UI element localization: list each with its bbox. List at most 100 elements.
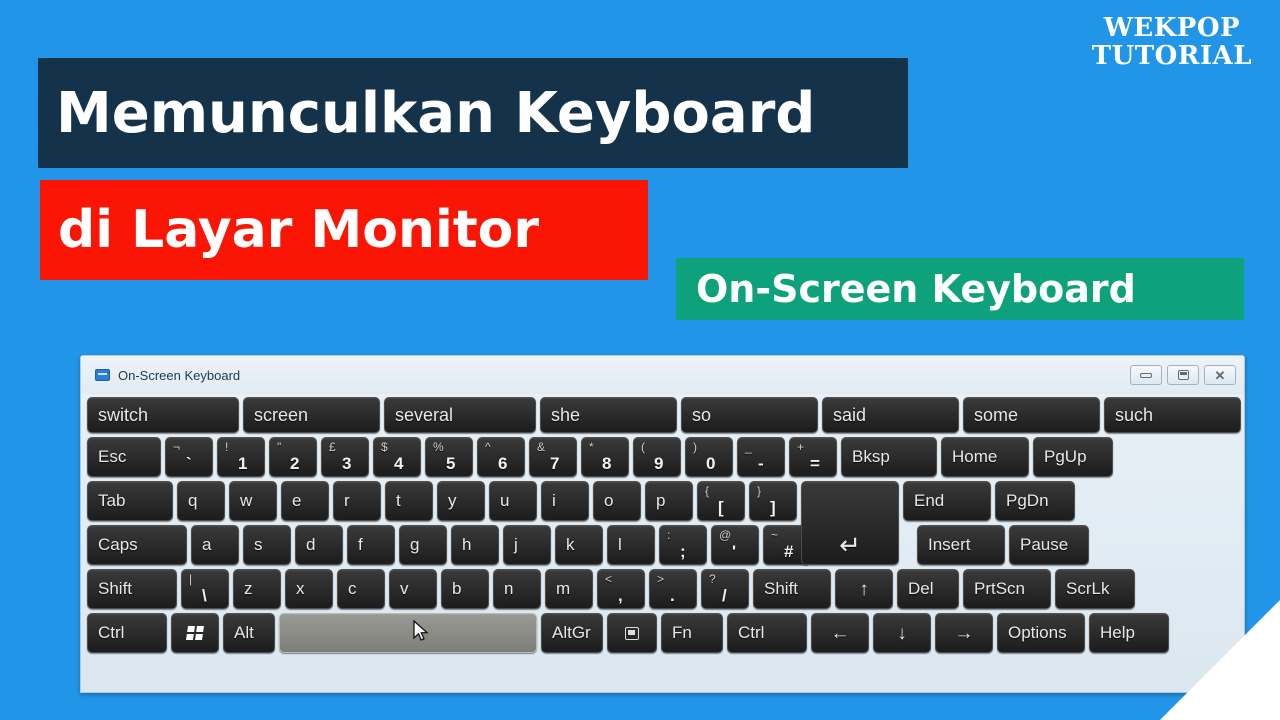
key-help[interactable]: Help (1089, 613, 1169, 653)
key-insert[interactable]: Insert (917, 525, 1005, 565)
enter-key[interactable]: ↵ (801, 481, 899, 565)
key-j[interactable]: j (503, 525, 551, 565)
spacebar-key[interactable] (279, 613, 537, 653)
key-x[interactable]: x (285, 569, 333, 609)
key-5[interactable]: % 5 (425, 437, 473, 477)
minimize-button[interactable] (1130, 365, 1162, 385)
key-end[interactable]: End (903, 481, 991, 521)
windows-key[interactable] (171, 613, 219, 653)
key-options[interactable]: Options (997, 613, 1085, 653)
key-k[interactable]: k (555, 525, 603, 565)
key-n[interactable]: n (493, 569, 541, 609)
key-[interactable]: | \ (181, 569, 229, 609)
key-d[interactable]: d (295, 525, 343, 565)
key-p[interactable]: p (645, 481, 693, 521)
key-alt[interactable]: Alt (223, 613, 275, 653)
key-t[interactable]: t (385, 481, 433, 521)
key-a[interactable]: a (191, 525, 239, 565)
key-pgup[interactable]: PgUp (1033, 437, 1113, 477)
key-caps[interactable]: Caps (87, 525, 187, 565)
key-[interactable]: + = (789, 437, 837, 477)
key-s[interactable]: s (243, 525, 291, 565)
key-m[interactable]: m (545, 569, 593, 609)
key-u[interactable]: u (489, 481, 537, 521)
close-button[interactable]: ✕ (1204, 365, 1236, 385)
key-o[interactable]: o (593, 481, 641, 521)
key-[interactable]: ? / (701, 569, 749, 609)
key-l[interactable]: l (607, 525, 655, 565)
menu-key[interactable] (607, 613, 657, 653)
key-f[interactable]: f (347, 525, 395, 565)
key-base-label: 9 (654, 454, 664, 473)
key-altgr[interactable]: AltGr (541, 613, 603, 653)
prediction-key[interactable]: switch (87, 397, 239, 433)
maximize-button[interactable] (1167, 365, 1199, 385)
key-2[interactable]: " 2 (269, 437, 317, 477)
key-[interactable]: @ ' (711, 525, 759, 565)
key-shift-label: @ (719, 528, 732, 542)
key-prtscn[interactable]: PrtScn (963, 569, 1051, 609)
arrow-up-key[interactable]: ↑ (835, 569, 893, 609)
arrow-left-key[interactable]: ← (811, 613, 869, 653)
key-[interactable]: >. (649, 569, 697, 609)
prediction-key[interactable]: some (963, 397, 1100, 433)
key-shift-label: _ (745, 440, 752, 454)
prediction-key[interactable]: said (822, 397, 959, 433)
key-base-label: 1 (238, 454, 248, 473)
key-[interactable]: ¬ ` (165, 437, 213, 477)
key-base-label: ` (186, 454, 192, 473)
key-pgdn[interactable]: PgDn (995, 481, 1075, 521)
key-w[interactable]: w (229, 481, 277, 521)
key-y[interactable]: y (437, 481, 485, 521)
key-b[interactable]: b (441, 569, 489, 609)
key-shift[interactable]: Shift (753, 569, 831, 609)
menu-icon (625, 626, 639, 640)
key-ctrl[interactable]: Ctrl (727, 613, 807, 653)
key-rows: Esc ¬ `! 1 " 2 £3 $4% 5 ^ 6 & 7 * 8(9) 0 _ - + = Bksp Home PgU… (87, 437, 1238, 653)
prediction-key[interactable]: she (540, 397, 677, 433)
key-r[interactable]: r (333, 481, 381, 521)
key-q[interactable]: q (177, 481, 225, 521)
key-esc[interactable]: Esc (87, 437, 161, 477)
prediction-key[interactable]: such (1104, 397, 1241, 433)
window-titlebar[interactable]: On-Screen Keyboard ✕ (81, 356, 1244, 394)
key-[interactable]: {[ (697, 481, 745, 521)
key-e[interactable]: e (281, 481, 329, 521)
key-[interactable]: }] (749, 481, 797, 521)
key-9[interactable]: (9 (633, 437, 681, 477)
key-h[interactable]: h (451, 525, 499, 565)
key-ctrl[interactable]: Ctrl (87, 613, 167, 653)
prediction-key[interactable]: so (681, 397, 818, 433)
key-3[interactable]: £3 (321, 437, 369, 477)
key-scrlk[interactable]: ScrLk (1055, 569, 1135, 609)
prediction-key[interactable]: screen (243, 397, 380, 433)
key-1[interactable]: ! 1 (217, 437, 265, 477)
arrow-down-key[interactable]: ↓ (873, 613, 931, 653)
key-[interactable]: :; (659, 525, 707, 565)
prediction-key[interactable]: several (384, 397, 536, 433)
key-6[interactable]: ^ 6 (477, 437, 525, 477)
key-shift-label: & (537, 440, 546, 454)
key-7[interactable]: & 7 (529, 437, 577, 477)
key-home[interactable]: Home (941, 437, 1029, 477)
key-8[interactable]: * 8 (581, 437, 629, 477)
key-i[interactable]: i (541, 481, 589, 521)
key-0[interactable]: ) 0 (685, 437, 733, 477)
key-4[interactable]: $4 (373, 437, 421, 477)
key-z[interactable]: z (233, 569, 281, 609)
key-[interactable]: <, (597, 569, 645, 609)
key-shift-label: £ (329, 440, 336, 454)
arrow-up-icon: ↑ (859, 578, 869, 600)
key-tab[interactable]: Tab (87, 481, 173, 521)
key-g[interactable]: g (399, 525, 447, 565)
key-c[interactable]: c (337, 569, 385, 609)
key-v[interactable]: v (389, 569, 437, 609)
key-base-label: 8 (602, 454, 612, 473)
key-shift[interactable]: Shift (87, 569, 177, 609)
arrow-right-key[interactable]: → (935, 613, 993, 653)
key-bksp[interactable]: Bksp (841, 437, 937, 477)
key-fn[interactable]: Fn (661, 613, 723, 653)
key-del[interactable]: Del (897, 569, 959, 609)
key-[interactable]: _ - (737, 437, 785, 477)
key-pause[interactable]: Pause (1009, 525, 1089, 565)
